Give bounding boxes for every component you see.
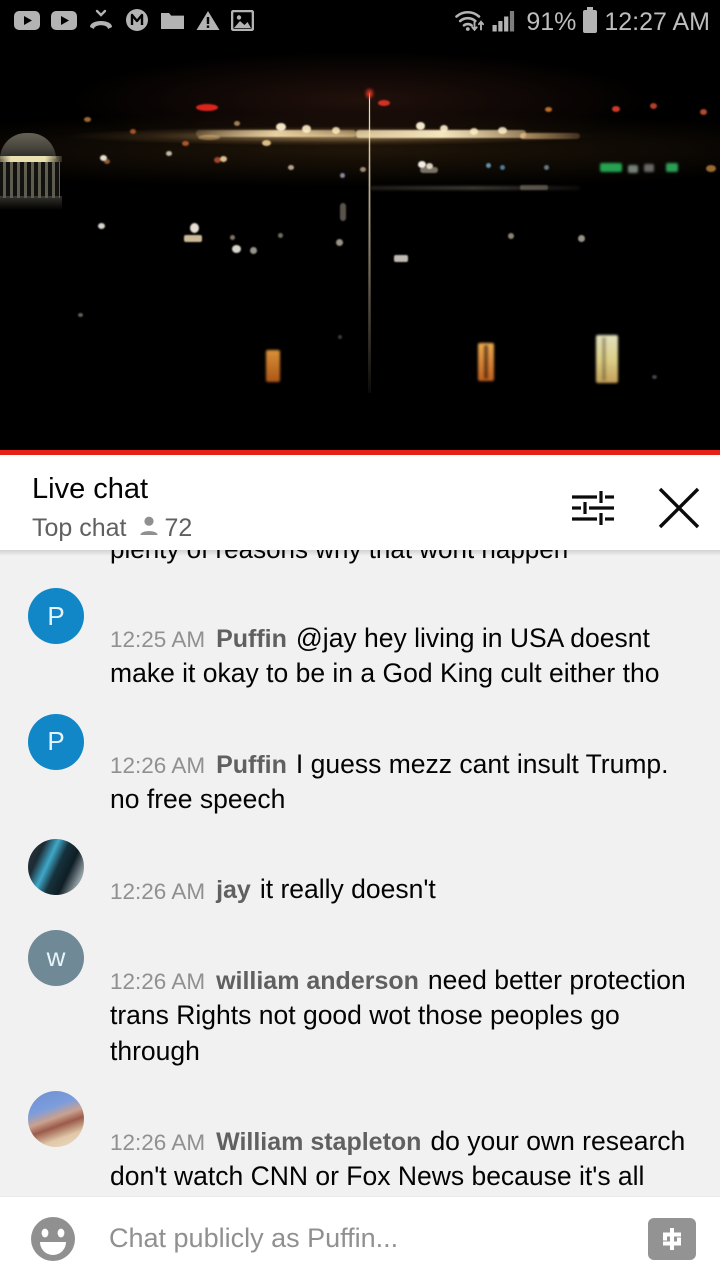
youtube-icon xyxy=(51,10,77,35)
chat-input[interactable] xyxy=(80,1223,648,1254)
chat-message-text: 12:26 AM Puffin I guess mezz cant insult… xyxy=(110,712,694,818)
youtube-live-chat-screen: 91% 12:27 AM Live chat Top chat 72 P 12:… xyxy=(0,0,720,1280)
message-author[interactable]: William stapleton xyxy=(216,1128,421,1156)
emoji-smiley-icon[interactable] xyxy=(26,1214,80,1264)
chat-message-list[interactable]: plenty of reasons why that wont happen P… xyxy=(0,550,720,1196)
monument-beacon-light xyxy=(366,89,373,98)
status-bar-notification-icons xyxy=(14,8,255,37)
cell-signal-icon xyxy=(492,8,520,37)
chat-message-body: 12:26 AM Puffin I guess mezz cant insult… xyxy=(84,712,694,818)
close-icon[interactable] xyxy=(656,485,702,531)
message-author[interactable]: jay xyxy=(216,877,251,905)
chat-messages-container: P 12:25 AM Puffin @jay hey living in USA … xyxy=(0,576,720,1196)
message-timestamp: 12:26 AM xyxy=(110,969,206,995)
chat-message-body: 12:26 AM william anderson need better pr… xyxy=(84,928,694,1069)
message-timestamp: 12:26 AM xyxy=(110,752,206,778)
chat-message-row[interactable]: 12:26 AM jay it really doesn't xyxy=(0,827,720,917)
chat-message-text: 12:26 AM William stapleton do your own r… xyxy=(110,1089,694,1196)
live-chat-header: Live chat Top chat 72 xyxy=(0,455,720,550)
avatar[interactable] xyxy=(28,839,84,896)
message-content: it really doesn't xyxy=(259,874,436,905)
message-timestamp: 12:26 AM xyxy=(110,1130,206,1156)
avatar[interactable]: P xyxy=(28,588,84,644)
chat-message-body: 12:25 AM Puffin @jay hey living in USA d… xyxy=(84,586,694,692)
chat-message-text: 12:26 AM william anderson need better pr… xyxy=(110,928,694,1069)
status-bar-clock: 12:27 AM xyxy=(604,8,710,36)
avatar[interactable]: P xyxy=(28,713,84,770)
message-timestamp: 12:26 AM xyxy=(110,878,206,904)
message-author[interactable]: Puffin xyxy=(216,625,287,653)
avatar[interactable] xyxy=(28,1090,84,1147)
warning-triangle-icon xyxy=(196,10,220,36)
chat-mode-label[interactable]: Top chat xyxy=(32,514,127,543)
battery-icon xyxy=(582,6,598,39)
person-icon xyxy=(137,514,161,543)
clipped-message-text: plenty of reasons why that wont happen xyxy=(110,550,568,565)
jefferson-memorial xyxy=(0,133,64,213)
avatar[interactable]: w xyxy=(28,929,84,986)
chat-message-row[interactable]: 12:26 AM William stapleton do your own r… xyxy=(0,1079,720,1196)
tune-icon[interactable] xyxy=(570,487,616,529)
clipped-message-row: plenty of reasons why that wont happen xyxy=(0,550,720,576)
message-timestamp: 12:25 AM xyxy=(110,627,206,653)
folder-icon xyxy=(160,10,185,35)
chat-message-body: 12:26 AM jay it really doesn't xyxy=(84,837,694,907)
chat-message-body: 12:26 AM William stapleton do your own r… xyxy=(84,1089,694,1196)
status-bar: 91% 12:27 AM xyxy=(0,0,720,45)
viewer-count: 72 xyxy=(164,513,193,542)
message-author[interactable]: Puffin xyxy=(216,751,287,779)
chat-message-text: 12:25 AM Puffin @jay hey living in USA d… xyxy=(110,586,694,692)
chat-message-row[interactable]: P 12:25 AM Puffin @jay hey living in USA … xyxy=(0,576,720,702)
chat-message-row[interactable]: P 12:26 AM Puffin I guess mezz cant insul… xyxy=(0,702,720,828)
chat-message-row[interactable]: w 12:26 AM william anderson need better p… xyxy=(0,918,720,1079)
video-player[interactable] xyxy=(0,45,720,455)
live-chat-subheader: Top chat 72 xyxy=(32,514,192,543)
missed-call-icon xyxy=(88,9,114,36)
message-author[interactable]: william anderson xyxy=(216,967,419,995)
chat-message-text: 12:26 AM jay it really doesn't xyxy=(110,837,694,907)
viewer-count-group: 72 xyxy=(137,513,193,543)
m-circle-icon xyxy=(125,8,149,37)
wifi-transfer-icon xyxy=(454,8,486,38)
youtube-icon xyxy=(14,10,40,35)
image-icon xyxy=(230,9,255,36)
battery-percent-label: 91% xyxy=(526,8,577,36)
page-title: Live chat xyxy=(32,473,149,505)
chat-input-bar xyxy=(0,1196,720,1280)
status-bar-system-icons: 91% 12:27 AM xyxy=(454,6,710,39)
dollar-icon[interactable] xyxy=(648,1217,696,1260)
live-chat-header-actions xyxy=(570,473,702,531)
live-chat-title-group: Live chat Top chat 72 xyxy=(32,473,192,543)
